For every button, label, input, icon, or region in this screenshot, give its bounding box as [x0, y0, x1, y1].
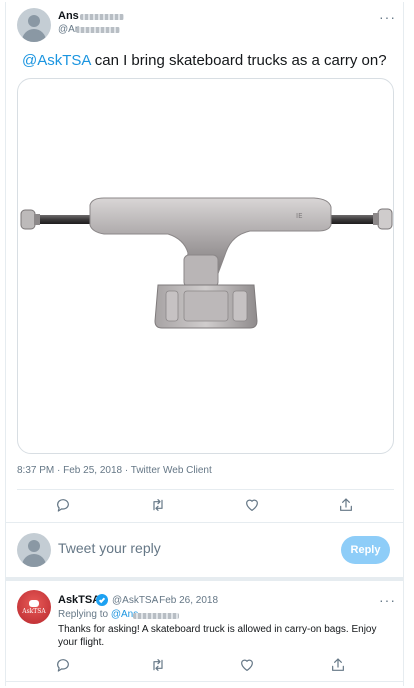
like-icon[interactable] — [243, 496, 261, 514]
reply-icon[interactable] — [54, 656, 72, 674]
reply-author-name[interactable]: AskTSA — [58, 594, 100, 606]
svg-text:IE: IE — [296, 212, 303, 220]
reply-button[interactable]: Reply — [341, 536, 390, 564]
tweet-image[interactable]: IE — [17, 78, 394, 454]
redacted-handle — [76, 27, 120, 33]
user-avatar[interactable] — [17, 533, 51, 567]
divider — [17, 489, 394, 490]
divider — [6, 522, 403, 523]
tweet-thread: Ans @An ··· @AskTSA can I bring skateboa… — [5, 2, 404, 686]
tweet-body: can I bring skateboard trucks as a carry… — [90, 52, 387, 69]
reply-author-handle[interactable]: @AskTSA — [112, 595, 158, 606]
author-name[interactable]: Ans — [58, 10, 79, 22]
share-icon[interactable] — [329, 656, 347, 674]
tweet-text: @AskTSA can I bring skateboard trucks as… — [22, 52, 387, 69]
reply-text-line2: your flight. — [58, 637, 105, 648]
redacted-handle — [133, 613, 179, 619]
verified-badge-icon — [96, 594, 108, 606]
more-options-icon[interactable]: ··· — [379, 9, 396, 25]
mention-link[interactable]: @AskTSA — [22, 52, 91, 69]
reply-input[interactable]: Tweet your reply — [58, 540, 161, 556]
more-options-icon[interactable]: ··· — [379, 592, 396, 608]
author-avatar[interactable] — [17, 8, 51, 42]
retweet-icon[interactable] — [149, 496, 167, 514]
replying-to: Replying to @Ans — [58, 609, 138, 620]
asktsa-avatar[interactable]: AskTSA — [17, 590, 51, 624]
reply-date[interactable]: · Feb 26, 2018 — [153, 595, 218, 606]
skateboard-truck-image: IE — [20, 197, 393, 329]
redacted-name — [80, 14, 124, 20]
retweet-icon[interactable] — [149, 656, 167, 674]
divider — [6, 681, 403, 682]
chat-bubble-icon — [29, 599, 39, 607]
reply-icon[interactable] — [54, 496, 72, 514]
tweet-timestamp[interactable]: 8:37 PM · Feb 25, 2018 · Twitter Web Cli… — [17, 465, 212, 476]
avatar-label: AskTSA — [22, 607, 46, 615]
like-icon[interactable] — [238, 656, 256, 674]
reply-text-line1: Thanks for asking! A skateboard truck is… — [58, 624, 377, 635]
section-separator — [6, 577, 403, 581]
share-icon[interactable] — [337, 496, 355, 514]
replying-to-label: Replying to — [58, 609, 111, 620]
